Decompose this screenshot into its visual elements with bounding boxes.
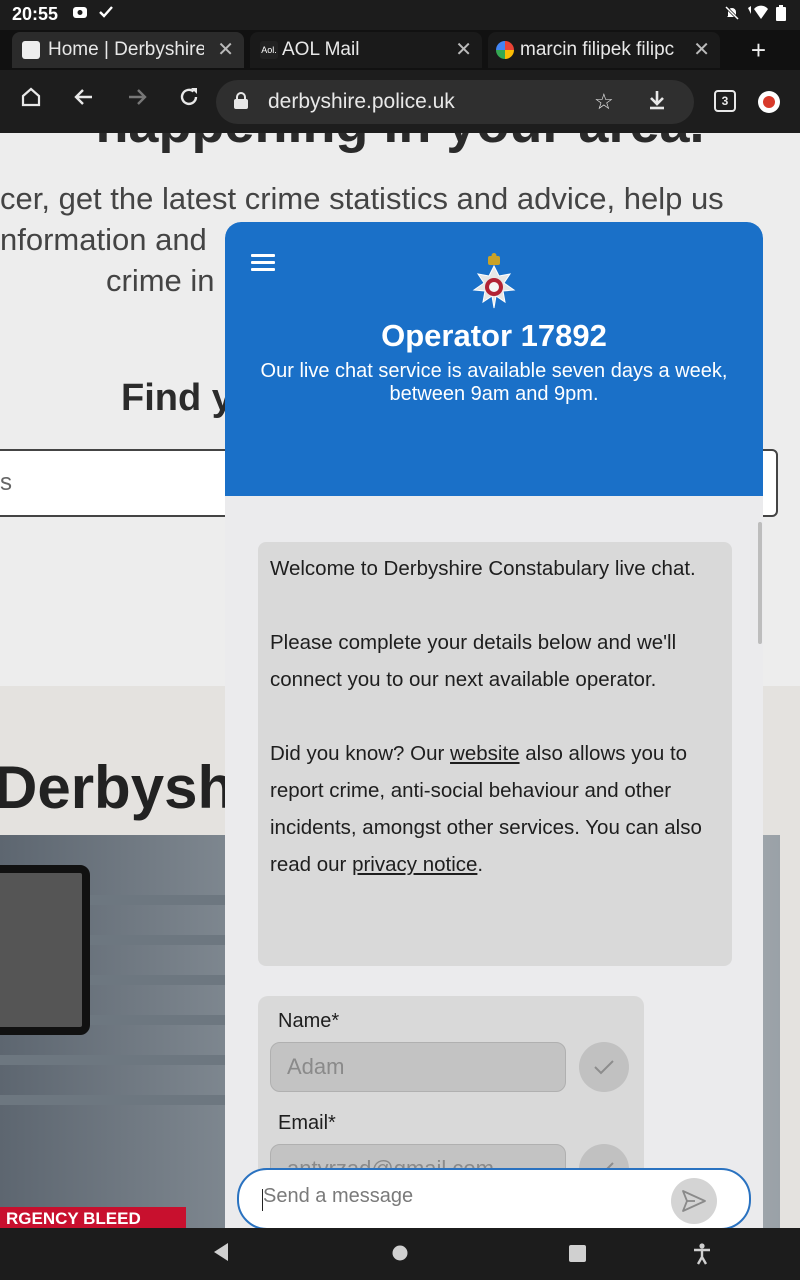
tab-switcher-button[interactable]: 3 [714, 90, 736, 112]
wifi-icon [746, 5, 772, 26]
page-heading: happening in your area. [0, 133, 800, 155]
tab-aol-mail[interactable]: Aol. AOL Mail ✕ [250, 32, 482, 68]
send-button[interactable] [671, 1178, 717, 1224]
forward-arrow-icon[interactable] [126, 86, 148, 115]
message-placeholder: Send a message [263, 1185, 414, 1207]
nav-recents-icon[interactable] [569, 1245, 586, 1267]
police-favicon-icon [22, 41, 40, 59]
messaging-app-icon [72, 5, 88, 26]
tab-strip: Home | Derbyshire ✕ Aol. AOL Mail ✕ marc… [0, 30, 800, 70]
menu-icon[interactable] [251, 254, 275, 272]
chat-header: Operator 17892 Our live chat service is … [225, 222, 763, 496]
accessibility-icon[interactable] [692, 1243, 712, 1270]
close-tab-icon[interactable]: ✕ [455, 37, 472, 62]
tab-label: marcin filipek filipc [520, 39, 675, 60]
status-time: 20:55 [12, 4, 59, 24]
chat-scrollbar[interactable] [758, 522, 762, 644]
intro-line-3: crime in [106, 263, 215, 298]
operator-name: Operator 17892 [381, 318, 607, 353]
reload-icon[interactable] [178, 86, 200, 115]
notifications-off-icon [724, 5, 740, 26]
find-heading: Find y [121, 377, 233, 419]
aol-favicon-icon: Aol. [260, 41, 278, 59]
download-icon[interactable] [648, 89, 666, 117]
website-link[interactable]: website [450, 742, 520, 765]
close-tab-icon[interactable]: ✕ [217, 37, 234, 62]
address-bar[interactable]: derbyshire.police.uk ☆ [216, 80, 694, 124]
live-chat-widget: Operator 17892 Our live chat service is … [225, 222, 763, 1228]
did-you-know-text: Did you know? Our website also allows yo… [270, 742, 702, 876]
privacy-notice-link[interactable]: privacy notice [352, 853, 477, 876]
email-label: Email* [278, 1112, 336, 1134]
name-label: Name* [278, 1010, 340, 1032]
browser-toolbar: derbyshire.police.uk ☆ 3 [0, 70, 800, 133]
tab-google-search[interactable]: marcin filipek filipc ✕ [488, 32, 720, 68]
name-confirm-button[interactable] [579, 1042, 629, 1092]
new-tab-icon[interactable]: + [751, 35, 766, 66]
tab-derbyshire[interactable]: Home | Derbyshire ✕ [12, 32, 244, 68]
intro-line-1: cer, get the latest crime statistics and… [0, 181, 724, 216]
url-text[interactable]: derbyshire.police.uk [268, 90, 455, 114]
details-instruction: Please complete your details below and w… [270, 631, 677, 691]
close-tab-icon[interactable]: ✕ [693, 37, 710, 62]
nav-back-icon[interactable] [212, 1242, 230, 1267]
profile-avatar-icon[interactable] [758, 91, 780, 113]
tab-label: AOL Mail [282, 39, 360, 60]
message-input[interactable]: Send a message [237, 1168, 751, 1228]
phone-device-image [0, 865, 90, 1035]
google-favicon-icon [496, 41, 514, 59]
search-placeholder: s [0, 469, 12, 496]
home-icon[interactable] [20, 86, 42, 115]
intro-line-2: nformation and [0, 222, 207, 257]
nav-home-icon[interactable] [392, 1245, 408, 1266]
name-field[interactable]: Adam [270, 1042, 566, 1092]
section-title: Derbyshi [0, 754, 251, 821]
check-icon [99, 5, 113, 24]
back-arrow-icon[interactable] [73, 86, 95, 115]
availability-text: Our live chat service is available seven… [260, 360, 728, 405]
status-bar: 20:55 [0, 0, 800, 30]
details-form: Name* Adam Email* antyrzad@gmail.com [258, 996, 644, 1196]
emergency-sign: RGENCY BLEED [0, 1207, 186, 1228]
send-icon [682, 1190, 706, 1212]
welcome-line: Welcome to Derbyshire Constabulary live … [270, 557, 696, 580]
police-crest-icon [468, 252, 520, 314]
lock-icon[interactable] [234, 92, 248, 109]
tab-label: Home | Derbyshire [48, 39, 204, 60]
system-nav-bar [0, 1228, 800, 1280]
bookmark-star-icon[interactable]: ☆ [594, 89, 614, 115]
welcome-message: Welcome to Derbyshire Constabulary live … [258, 542, 732, 966]
battery-icon [776, 5, 786, 26]
